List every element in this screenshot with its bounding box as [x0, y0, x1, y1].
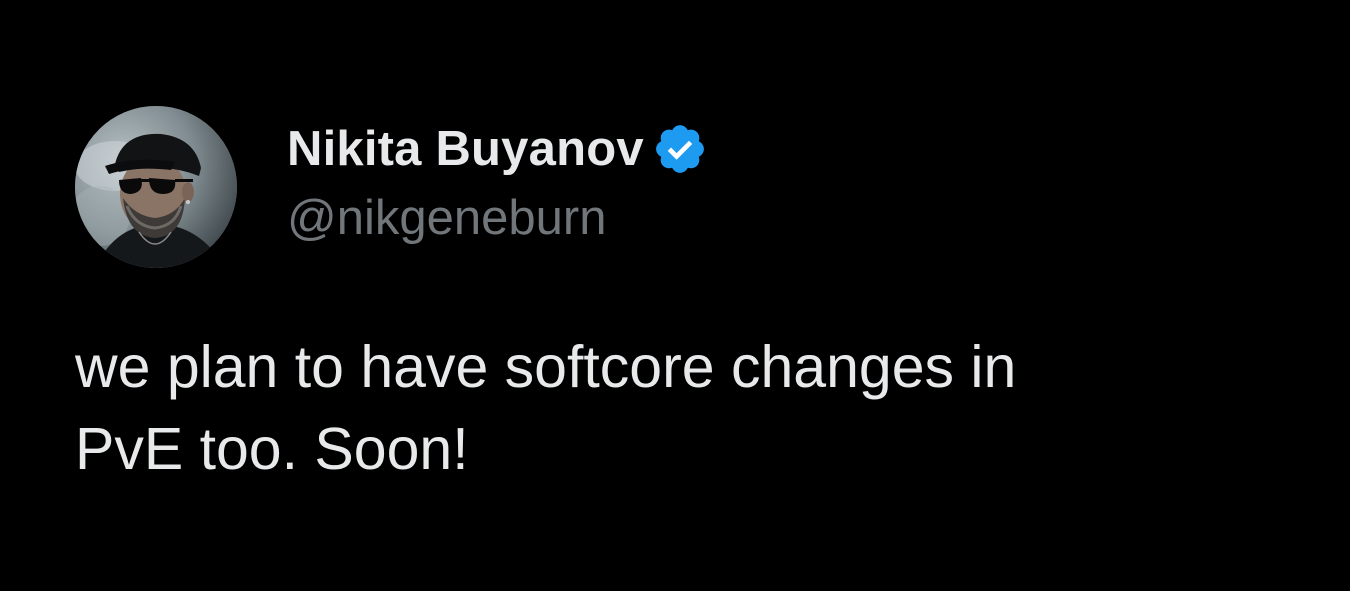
- avatar-photo: [75, 106, 237, 268]
- tweet-text: we plan to have softcore changes in PvE …: [75, 334, 1017, 482]
- verified-badge-icon: [652, 121, 708, 177]
- user-handle[interactable]: @nikgeneburn: [287, 188, 708, 248]
- author-info: Nikita Buyanov @nikgeneburn: [287, 114, 708, 248]
- tweet-card: Nikita Buyanov @nikgeneburn we plan to h…: [0, 0, 1350, 591]
- avatar[interactable]: [75, 106, 237, 268]
- name-row: Nikita Buyanov: [287, 114, 708, 184]
- display-name[interactable]: Nikita Buyanov: [287, 114, 644, 184]
